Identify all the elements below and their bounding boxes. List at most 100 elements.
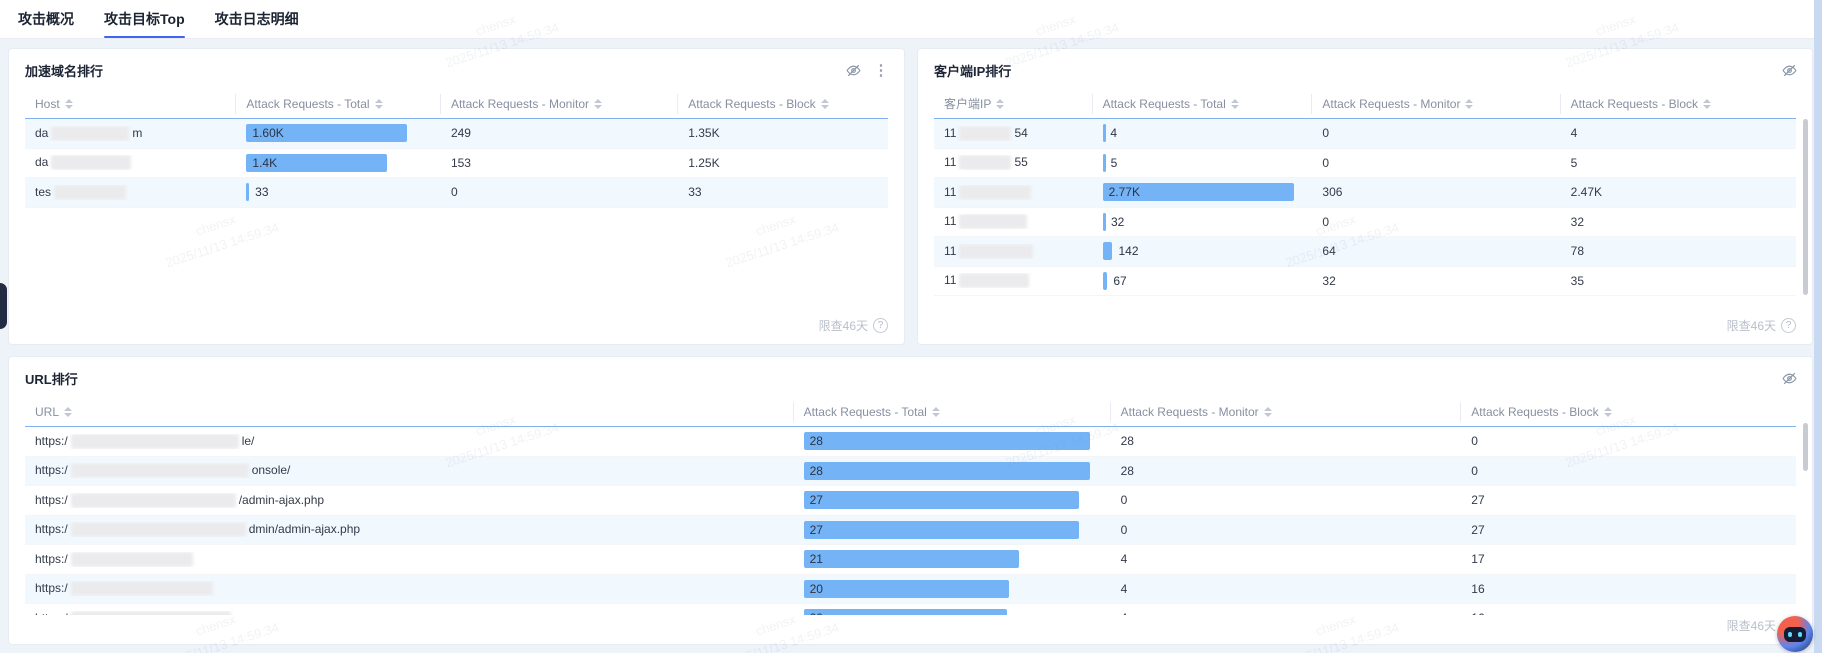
panel-scrollbar[interactable] bbox=[1803, 119, 1808, 295]
host-cell: tes bbox=[25, 185, 236, 200]
block-cell: 1.35K bbox=[688, 126, 720, 141]
panel-header: URL排行 bbox=[9, 357, 1812, 387]
redacted-text bbox=[959, 243, 1034, 259]
table-row: https:/le/ 28 28 0 bbox=[25, 427, 1796, 457]
monitor-cell: 0 bbox=[1322, 155, 1330, 170]
table-body: da m 1.60K 249 1.35K da 1.4K 153 1.25K te… bbox=[25, 119, 888, 208]
total-bar bbox=[803, 491, 1080, 510]
tab-label: 攻击概况 bbox=[18, 11, 74, 27]
sort-icon bbox=[1230, 98, 1239, 109]
more-options-icon[interactable]: ⋮ bbox=[872, 61, 890, 79]
total-cell: 27 bbox=[794, 491, 1111, 510]
panel-header: 加速域名排行 ⋮ bbox=[9, 49, 904, 79]
table-row: 11 67 32 35 bbox=[934, 267, 1796, 296]
table-row: https://admin-ajax.php 27 0 27 bbox=[25, 486, 1796, 516]
total-cell: 2.77K bbox=[1093, 183, 1313, 202]
help-icon[interactable]: ? bbox=[873, 318, 888, 333]
block-cell: 32 bbox=[1570, 214, 1584, 229]
client-ip-cell: 11 bbox=[934, 273, 1093, 289]
monitor-cell: 32 bbox=[1322, 273, 1336, 288]
block-cell: 16 bbox=[1471, 581, 1485, 596]
total-bar bbox=[1102, 212, 1106, 231]
redacted-text bbox=[70, 551, 193, 567]
panel-title: 客户端IP排行 bbox=[934, 63, 1012, 79]
total-cell: 1.4K bbox=[236, 153, 441, 172]
client-ip-cell: 11 bbox=[934, 214, 1093, 230]
block-cell: 0 bbox=[1471, 434, 1478, 449]
sort-icon bbox=[374, 98, 383, 109]
column-header-total[interactable]: Attack Requests - Total bbox=[1093, 93, 1313, 114]
column-header-client-ip[interactable]: 客户端IP bbox=[934, 93, 1093, 114]
column-header-block[interactable]: Attack Requests - Block bbox=[678, 94, 888, 114]
table-row: da 1.4K 153 1.25K bbox=[25, 149, 888, 178]
host-cell: da bbox=[25, 155, 236, 171]
table-header: 客户端IP Attack Requests - Total Attack Req… bbox=[934, 89, 1796, 119]
tab[interactable]: 攻击日志明细 bbox=[215, 0, 299, 38]
total-bar bbox=[803, 550, 1019, 569]
total-cell: 33 bbox=[236, 183, 441, 202]
table-row: 11 54 4 0 4 bbox=[934, 119, 1796, 149]
total-bar bbox=[1102, 271, 1108, 290]
page-scrollbar-track[interactable] bbox=[1814, 0, 1822, 653]
total-bar bbox=[803, 520, 1080, 539]
redacted-text bbox=[959, 155, 1012, 171]
column-header-monitor[interactable]: Attack Requests - Monitor bbox=[1111, 401, 1462, 422]
column-header-block[interactable]: Attack Requests - Block bbox=[1561, 94, 1796, 114]
hide-eye-icon[interactable] bbox=[844, 61, 862, 79]
tab[interactable]: 攻击概况 bbox=[18, 0, 74, 38]
panel-scrollbar[interactable] bbox=[1803, 423, 1808, 471]
panel-title: 加速域名排行 bbox=[25, 63, 104, 79]
redacted-text bbox=[70, 463, 249, 479]
total-cell: 1.60K bbox=[236, 124, 441, 143]
block-cell: 5 bbox=[1570, 155, 1578, 170]
hide-eye-icon[interactable] bbox=[1780, 369, 1798, 387]
column-header-total[interactable]: Attack Requests - Total bbox=[794, 401, 1111, 422]
url-cell: https://admin-ajax.php bbox=[35, 492, 325, 508]
total-bar bbox=[803, 609, 1008, 615]
url-cell: https:/dmin/admin-ajax.php bbox=[35, 522, 361, 538]
total-cell: 20 bbox=[794, 579, 1111, 598]
table-row: 11 32 0 32 bbox=[934, 208, 1796, 237]
sort-icon bbox=[820, 98, 829, 109]
panel-client-ip-ranking: 客户端IP排行 客户端IP Attack Requests - Total At… bbox=[917, 48, 1813, 345]
block-cell: 78 bbox=[1570, 244, 1584, 259]
column-header-total[interactable]: Attack Requests - Total bbox=[236, 93, 441, 114]
monitor-cell: 249 bbox=[450, 126, 471, 141]
sidebar-collapse-handle[interactable] bbox=[0, 283, 7, 329]
assistant-avatar[interactable] bbox=[1777, 616, 1813, 652]
total-bar bbox=[1102, 242, 1113, 261]
sort-icon bbox=[1263, 406, 1272, 417]
hide-eye-icon[interactable] bbox=[1780, 61, 1798, 79]
client-ip-cell: 11 bbox=[934, 244, 1093, 259]
query-limit-note: 限查46天 ? bbox=[819, 317, 888, 334]
help-icon[interactable]: ? bbox=[1781, 318, 1796, 333]
table-row: https:/dmin/admin-ajax.php 27 0 27 bbox=[25, 515, 1796, 545]
column-header-monitor[interactable]: Attack Requests - Monitor bbox=[1312, 93, 1561, 114]
column-header-url[interactable]: URL bbox=[25, 401, 794, 422]
total-bar bbox=[1102, 124, 1106, 143]
table-body: 11 54 4 0 4 11 55 5 0 5 11 2.77K 306 2.4… bbox=[934, 119, 1796, 296]
sort-icon bbox=[996, 98, 1005, 109]
table-row: 11 2.77K 306 2.47K bbox=[934, 178, 1796, 208]
monitor-cell: 306 bbox=[1322, 185, 1343, 200]
monitor-cell: 0 bbox=[1120, 522, 1128, 537]
redacted-text bbox=[54, 184, 127, 200]
table-row: da m 1.60K 249 1.35K bbox=[25, 119, 888, 149]
tab[interactable]: 攻击目标Top bbox=[104, 0, 185, 38]
url-cell: https:/ bbox=[25, 581, 794, 597]
monitor-cell: 0 bbox=[1322, 126, 1330, 141]
monitor-cell: 4 bbox=[1120, 552, 1128, 567]
redacted-text bbox=[70, 492, 236, 508]
block-cell: 27 bbox=[1471, 522, 1485, 537]
url-cell: https:/onsole/ bbox=[35, 463, 291, 479]
table-row: https:/ 21 4 17 bbox=[25, 545, 1796, 575]
redacted-text bbox=[70, 522, 246, 538]
column-header-host[interactable]: Host bbox=[25, 93, 237, 114]
column-header-block[interactable]: Attack Requests - Block bbox=[1461, 402, 1796, 422]
redacted-text bbox=[70, 433, 239, 449]
panel-url-ranking: URL排行 URL Attack Requests - Total Attack… bbox=[8, 356, 1813, 645]
host-cell: da m bbox=[35, 125, 143, 141]
block-cell: 17 bbox=[1471, 552, 1485, 567]
block-cell: 2.47K bbox=[1570, 185, 1602, 200]
column-header-monitor[interactable]: Attack Requests - Monitor bbox=[441, 93, 679, 114]
